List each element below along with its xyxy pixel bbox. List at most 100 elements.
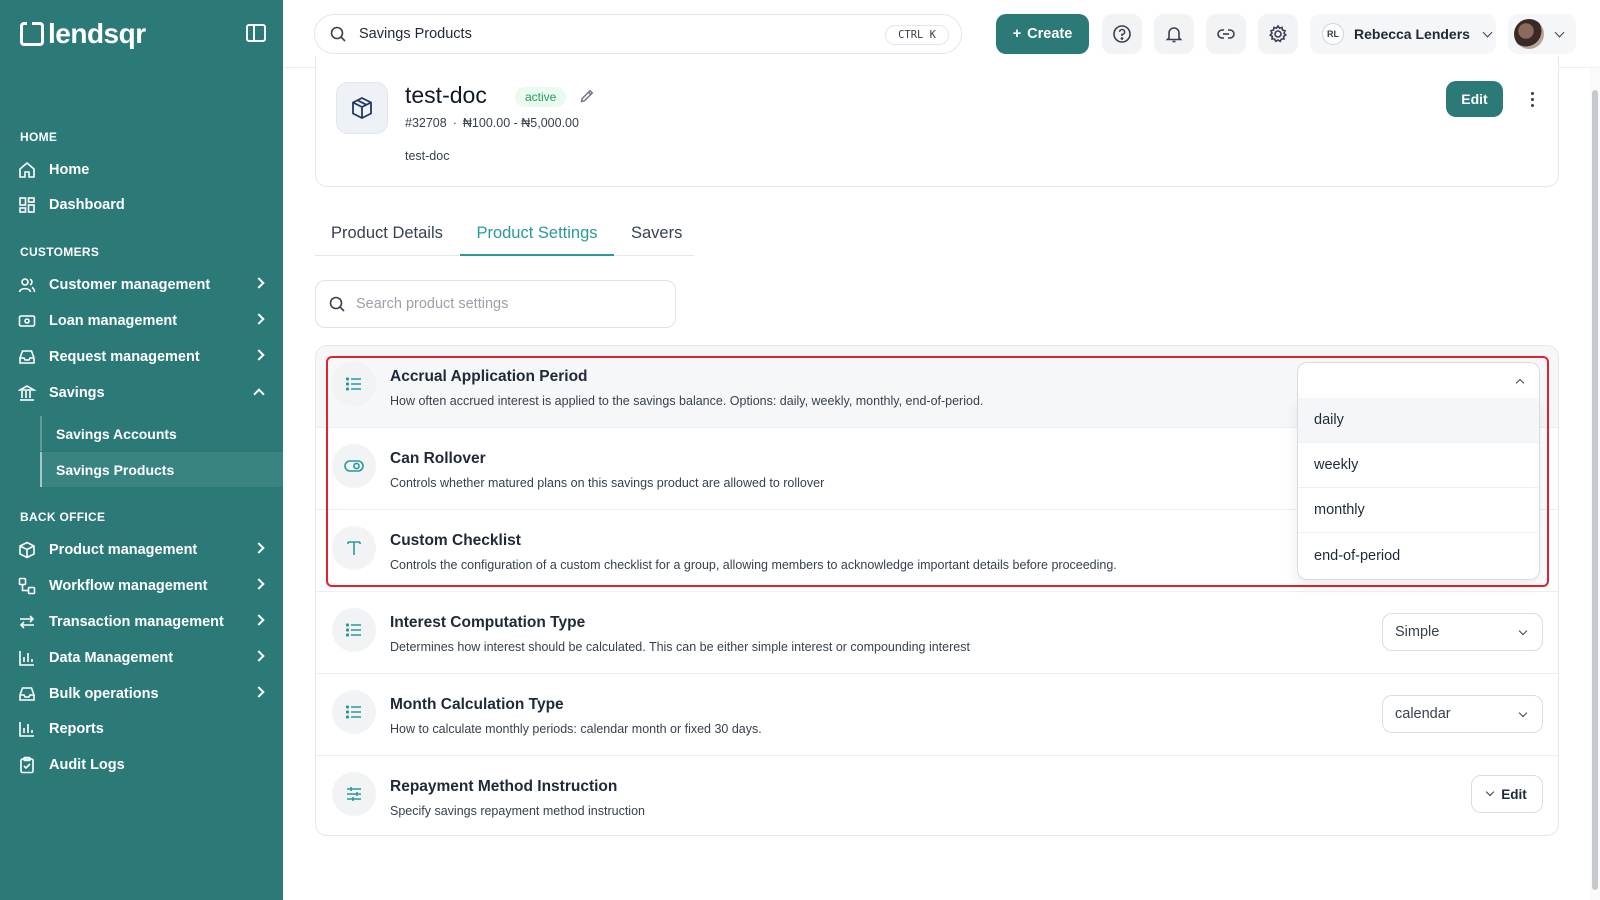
brand-logo[interactable]: lendsqr: [20, 18, 146, 50]
banknote-icon: [18, 312, 36, 330]
tab-product-settings[interactable]: Product Settings: [460, 224, 614, 256]
list-icon: [332, 690, 376, 734]
create-button[interactable]: + Create: [996, 14, 1089, 54]
profile-menu[interactable]: [1508, 14, 1576, 54]
scrollbar-thumb[interactable]: [1592, 90, 1598, 890]
arrows-exchange-icon: [18, 613, 36, 631]
sidebar-item-product-management[interactable]: Product management: [0, 533, 283, 567]
link-button[interactable]: [1206, 14, 1246, 54]
sidebar-item-transaction-management[interactable]: Transaction management: [0, 605, 283, 639]
bank-icon: [18, 384, 36, 402]
setting-repayment-method-instruction[interactable]: Repayment Method Instruction Specify sav…: [316, 756, 1558, 835]
sidebar-item-savings-products[interactable]: Savings Products: [40, 452, 283, 487]
list-icon: [332, 362, 376, 406]
search-icon: [330, 26, 346, 42]
text-icon: [332, 526, 376, 570]
product-header-card: test-doc active #32708 · ₦100.00 - ₦5,00…: [315, 56, 1559, 187]
sidebar-item-workflow-management[interactable]: Workflow management: [0, 569, 283, 603]
setting-description: Specify savings repayment method instruc…: [390, 804, 645, 818]
toggle-icon: [332, 444, 376, 488]
setting-title: Custom Checklist: [390, 532, 521, 549]
brand-name: lendsqr: [48, 18, 146, 49]
dashboard-icon: [18, 196, 36, 214]
chevron-up-icon: [253, 388, 265, 400]
bar-chart-icon: [18, 720, 36, 738]
clipboard-check-icon: [18, 756, 36, 774]
home-icon: [18, 161, 36, 179]
link-icon: [1217, 29, 1235, 39]
sidebar-item-data-management[interactable]: Data Management: [0, 641, 283, 675]
lendsqr-logo-icon: [20, 22, 44, 46]
product-name: test-doc: [405, 82, 487, 108]
setting-title: Can Rollover: [390, 450, 486, 467]
global-search-input[interactable]: Savings Products CTRL K: [314, 14, 962, 54]
product-tabs: Product Details Product Settings Savers: [315, 216, 694, 256]
setting-description: Determines how interest should be calcul…: [390, 640, 970, 654]
interest-computation-select[interactable]: Simple: [1382, 613, 1543, 651]
user-name: Rebecca Lenders: [1354, 26, 1470, 42]
collapse-sidebar-icon[interactable]: [246, 24, 266, 42]
sidebar-item-audit-logs[interactable]: Audit Logs: [0, 748, 283, 782]
setting-title: Repayment Method Instruction: [390, 778, 618, 795]
chevron-down-icon: [1486, 787, 1495, 797]
setting-title: Month Calculation Type: [390, 696, 564, 713]
sidebar-item-request-management[interactable]: Request management: [0, 340, 283, 374]
accrual-period-select[interactable]: [1297, 362, 1540, 400]
search-icon: [329, 296, 345, 312]
sidebar-item-bulk-operations[interactable]: Bulk operations: [0, 677, 283, 711]
avatar: [1514, 19, 1544, 49]
tab-savers[interactable]: Savers: [631, 224, 682, 256]
dropdown-option-end-of-period[interactable]: end-of-period: [1298, 533, 1539, 578]
users-icon: [18, 276, 36, 294]
settings-search-placeholder: Search product settings: [356, 296, 509, 312]
settings-search-input[interactable]: Search product settings: [315, 280, 676, 328]
sidebar: lendsqr HOME Home Dashboard CUSTOMERS Cu…: [0, 0, 283, 900]
sidebar-item-savings[interactable]: Savings: [0, 376, 283, 410]
setting-interest-computation-type[interactable]: Interest Computation Type Determines how…: [316, 592, 1558, 674]
sidebar-item-customer-management[interactable]: Customer management: [0, 268, 283, 302]
workflow-icon: [18, 577, 36, 595]
setting-description: Controls whether matured plans on this s…: [390, 476, 825, 490]
sidebar-item-home[interactable]: Home: [0, 153, 283, 187]
plus-icon: +: [1012, 26, 1022, 42]
inbox-icon: [18, 348, 36, 366]
sidebar-item-reports[interactable]: Reports: [0, 712, 283, 746]
chevron-down-icon: [1482, 27, 1493, 37]
chevron-right-icon: [253, 349, 265, 361]
section-title-back-office: BACK OFFICE: [20, 510, 106, 524]
product-amount-range: ₦100.00 - ₦5,000.00: [462, 116, 579, 130]
tab-product-details[interactable]: Product Details: [331, 224, 443, 256]
chevron-right-icon: [253, 686, 265, 698]
setting-month-calculation-type[interactable]: Month Calculation Type How to calculate …: [316, 674, 1558, 756]
help-circle-icon: [1113, 25, 1131, 43]
gear-icon: [1268, 24, 1288, 43]
chevron-right-icon: [253, 277, 265, 289]
notifications-button[interactable]: [1154, 14, 1194, 54]
setting-title: Accrual Application Period: [390, 368, 588, 385]
dropdown-option-weekly[interactable]: weekly: [1298, 443, 1539, 488]
edit-name-pencil-icon[interactable]: [579, 88, 595, 109]
accrual-period-dropdown: daily weekly monthly end-of-period: [1297, 398, 1540, 580]
page-scrollbar[interactable]: [1590, 68, 1600, 900]
sidebar-item-savings-accounts[interactable]: Savings Accounts: [40, 416, 283, 451]
chevron-down-icon: [1518, 708, 1528, 718]
help-button[interactable]: [1102, 14, 1142, 54]
chevron-down-icon: [1554, 27, 1565, 37]
bar-chart-icon: [18, 649, 36, 667]
sidebar-item-loan-management[interactable]: Loan management: [0, 304, 283, 338]
chevron-right-icon: [253, 578, 265, 590]
dropdown-option-daily[interactable]: daily: [1298, 398, 1539, 443]
more-options-icon[interactable]: [1522, 86, 1542, 112]
chevron-up-icon: [1515, 378, 1525, 388]
product-meta: #32708 · ₦100.00 - ₦5,000.00: [405, 116, 579, 130]
sidebar-item-dashboard[interactable]: Dashboard: [0, 188, 283, 222]
repayment-edit-button[interactable]: Edit: [1471, 775, 1543, 813]
settings-button[interactable]: [1258, 14, 1298, 54]
sliders-icon: [332, 772, 376, 816]
product-description: test-doc: [405, 149, 450, 163]
dropdown-option-monthly[interactable]: monthly: [1298, 488, 1539, 533]
section-title-customers: CUSTOMERS: [20, 245, 100, 259]
user-menu[interactable]: RL Rebecca Lenders: [1310, 14, 1496, 54]
month-calculation-select[interactable]: calendar: [1382, 695, 1543, 733]
edit-product-button[interactable]: Edit: [1446, 81, 1503, 117]
